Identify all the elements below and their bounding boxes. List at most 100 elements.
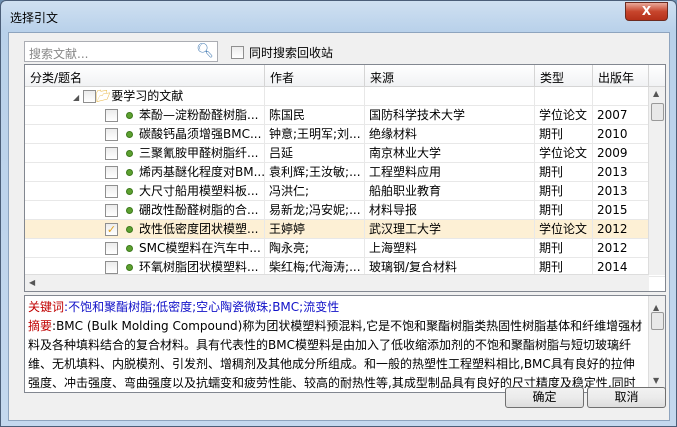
folder-name: 要学习的文献 <box>111 89 184 103</box>
status-dot-icon <box>126 169 133 176</box>
search-recycle-option[interactable]: 同时搜索回收站 <box>231 44 333 61</box>
row-checkbox[interactable] <box>105 185 118 198</box>
abstract-label: 摘要 <box>28 319 53 333</box>
row-source: 绝缘材料 <box>365 125 535 143</box>
folder-row[interactable]: ◢ 📂︎要学习的文献 <box>25 87 665 106</box>
search-icon[interactable]: 🔍︎ <box>196 43 214 59</box>
row-author: 钟意;王明军;刘... <box>265 125 365 143</box>
table-row[interactable]: 碳酸钙晶须增强BMC... 钟意;王明军;刘... 绝缘材料 期刊 2010 <box>25 125 665 144</box>
column-header-author[interactable]: 作者 <box>265 65 365 86</box>
row-checkbox[interactable]: ✓ <box>105 223 118 236</box>
row-type: 期刊 <box>535 163 593 181</box>
row-title: 大尺寸船用模塑料板... <box>139 184 259 198</box>
close-button[interactable]: X <box>625 2 668 21</box>
vertical-scrollbar[interactable]: ▲ <box>648 87 665 275</box>
table-row[interactable]: 大尺寸船用模塑料板... 冯洪仁; 船舶职业教育 期刊 2013 <box>25 182 665 201</box>
row-source: 南京林业大学 <box>365 144 535 162</box>
column-header-type[interactable]: 类型 <box>535 65 593 86</box>
status-dot-icon <box>126 150 133 157</box>
row-title: 烯丙基醚化程度对BM... <box>139 165 265 179</box>
row-year: 2012 <box>593 239 649 257</box>
row-source: 上海塑料 <box>365 239 535 257</box>
row-checkbox[interactable] <box>105 242 118 255</box>
row-title: 硼改性酚醛树脂的合... <box>139 203 259 217</box>
scrollbar-thumb[interactable] <box>651 103 664 121</box>
row-checkbox[interactable] <box>105 128 118 141</box>
row-source: 材料导报 <box>365 201 535 219</box>
dialog-title: 选择引文 <box>10 11 59 25</box>
row-checkbox[interactable] <box>105 261 118 274</box>
row-title: 苯酚—淀粉酚醛树脂... <box>139 108 259 122</box>
row-year: 2010 <box>593 125 649 143</box>
row-year: 2013 <box>593 163 649 181</box>
citation-table: 分类/题名 作者 来源 类型 出版年 ◢ 📂︎要学习的文献 苯酚—淀粉酚醛树脂.… <box>24 64 666 292</box>
table-row[interactable]: 烯丙基醚化程度对BM... 袁利辉;王汝敏;... 工程塑料应用 期刊 2013 <box>25 163 665 182</box>
row-type: 期刊 <box>535 182 593 200</box>
row-title: 三聚氰胺甲醛树脂纤... <box>139 146 259 160</box>
row-type: 期刊 <box>535 125 593 143</box>
row-year: 2012 <box>593 220 649 238</box>
status-dot-icon <box>126 264 133 271</box>
row-checkbox[interactable] <box>105 109 118 122</box>
row-title: 改性低密度团状模塑... <box>139 222 259 236</box>
status-dot-icon <box>126 188 133 195</box>
folder-checkbox[interactable] <box>82 90 96 103</box>
row-source: 工程塑料应用 <box>365 163 535 181</box>
row-year: 2007 <box>593 106 649 124</box>
table-row[interactable]: ✓ 改性低密度团状模塑... 王婷婷 武汉理工大学 学位论文 2012 <box>25 220 665 239</box>
status-dot-icon <box>126 131 133 138</box>
table-row[interactable]: SMC模塑料在汽车中... 陶永亮; 上海塑料 期刊 2012 <box>25 239 665 258</box>
status-dot-icon <box>126 226 133 233</box>
ok-button[interactable]: 确定 <box>505 387 584 408</box>
row-year: 2009 <box>593 144 649 162</box>
row-author: 袁利辉;王汝敏;... <box>265 163 365 181</box>
table-row[interactable]: 三聚氰胺甲醛树脂纤... 吕延 南京林业大学 学位论文 2009 <box>25 144 665 163</box>
column-header-source[interactable]: 来源 <box>365 65 535 86</box>
status-dot-icon <box>126 112 133 119</box>
row-author: 易新龙;冯安妮;... <box>265 201 365 219</box>
detail-scrollbar[interactable]: ▲ ▼ <box>648 296 665 392</box>
dialog-window: 选择引文 X 搜索文献... 🔍︎ 同时搜索回收站 分类/题名 作者 来源 类型… <box>0 0 677 427</box>
search-input[interactable]: 搜索文献... 🔍︎ <box>24 41 218 62</box>
dialog-body: 搜索文献... 🔍︎ 同时搜索回收站 分类/题名 作者 来源 类型 出版年 ◢ … <box>8 32 670 421</box>
collapse-arrow-icon[interactable]: ◢ <box>73 93 79 102</box>
row-checkbox[interactable] <box>105 147 118 160</box>
horizontal-scrollbar[interactable]: ◀ <box>25 274 649 291</box>
row-type: 学位论文 <box>535 144 593 162</box>
row-year: 2013 <box>593 182 649 200</box>
column-header-title[interactable]: 分类/题名 <box>25 65 265 86</box>
row-checkbox[interactable] <box>105 204 118 217</box>
row-type: 学位论文 <box>535 220 593 238</box>
search-recycle-label: 同时搜索回收站 <box>249 46 334 60</box>
row-author: 陶永亮; <box>265 239 365 257</box>
row-type: 学位论文 <box>535 106 593 124</box>
column-header-year[interactable]: 出版年 <box>593 65 649 86</box>
table-header: 分类/题名 作者 来源 类型 出版年 <box>25 65 665 87</box>
detail-pane: 关键词:不饱和聚酯树脂;低密度;空心陶瓷微珠;BMC;流变性 摘要:BMC (B… <box>24 295 666 393</box>
row-title: 碳酸钙晶须增强BMC... <box>139 127 262 141</box>
status-dot-icon <box>126 245 133 252</box>
table-row[interactable]: 苯酚—淀粉酚醛树脂... 陈国民 国防科学技术大学 学位论文 2007 <box>25 106 665 125</box>
table-row[interactable]: 硼改性酚醛树脂的合... 易新龙;冯安妮;... 材料导报 期刊 2015 <box>25 201 665 220</box>
cancel-button[interactable]: 取消 <box>587 387 666 408</box>
row-title: 环氧树脂团状模塑料... <box>139 260 259 274</box>
search-recycle-checkbox[interactable] <box>231 46 244 59</box>
row-author: 冯洪仁; <box>265 182 365 200</box>
keywords-value: 不饱和聚酯树脂;低密度;空心陶瓷微珠;BMC;流变性 <box>68 300 340 314</box>
row-author: 吕延 <box>265 144 365 162</box>
folder-icon: 📂︎ <box>95 89 112 103</box>
row-source: 武汉理工大学 <box>365 220 535 238</box>
status-dot-icon <box>126 207 133 214</box>
row-checkbox[interactable] <box>105 166 118 179</box>
row-year: 2015 <box>593 201 649 219</box>
abstract-text: BMC (Bulk Molding Compound)称为团状模塑料预混料,它是… <box>28 319 643 390</box>
row-source: 国防科学技术大学 <box>365 106 535 124</box>
row-title: SMC模塑料在汽车中... <box>139 241 261 255</box>
keywords-label: 关键词 <box>28 300 65 314</box>
search-placeholder: 搜索文献... <box>29 47 89 61</box>
row-author: 王婷婷 <box>265 220 365 238</box>
row-author: 陈国民 <box>265 106 365 124</box>
detail-scrollbar-thumb[interactable] <box>651 312 664 330</box>
row-type: 期刊 <box>535 239 593 257</box>
row-source: 船舶职业教育 <box>365 182 535 200</box>
